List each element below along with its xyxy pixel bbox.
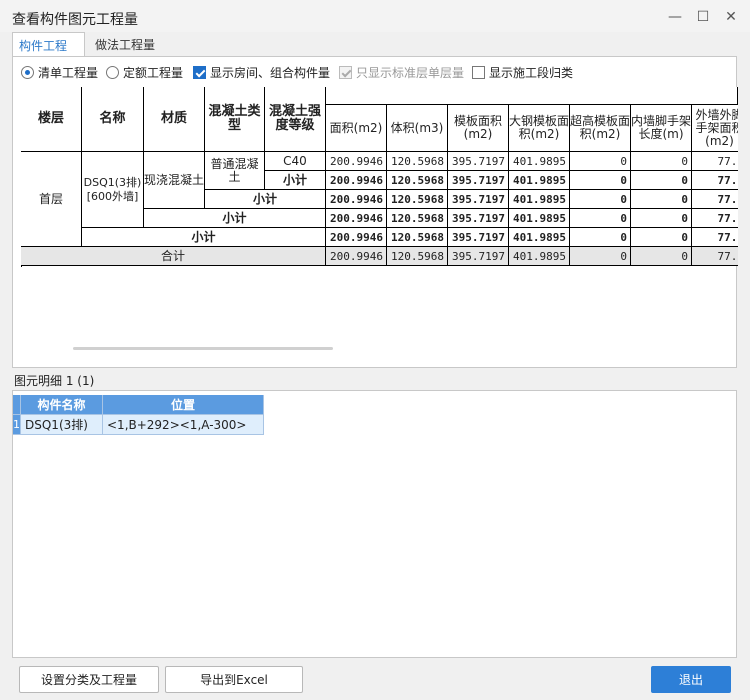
cell-inner-scaffold: 0	[631, 171, 692, 190]
minimize-icon[interactable]: —	[664, 6, 686, 28]
cell-total: 合计	[21, 247, 326, 266]
cell-area: 200.9946	[326, 190, 387, 209]
header-concrete-type: 混凝土类型	[205, 87, 265, 152]
cell-high-formwork: 0	[570, 247, 631, 266]
cell-volume: 120.5968	[387, 190, 448, 209]
cell-formwork: 395.7197	[448, 171, 509, 190]
cell-inner-scaffold: 0	[631, 209, 692, 228]
cell-volume: 120.5968	[387, 171, 448, 190]
cell-outer-scaffold: 77.9	[692, 228, 738, 247]
cell-component-name: DSQ1(3排) [600外墙]	[82, 152, 144, 228]
detail-header-position: 位置	[103, 395, 264, 415]
cell-inner-scaffold: 0	[631, 247, 692, 266]
cell-grade: C40	[265, 152, 326, 171]
window-title: 查看构件图元工程量	[12, 12, 138, 28]
cell-subtotal-name: 小计	[82, 228, 326, 247]
header-steel-formwork: 大钢模板面积(m2)	[509, 105, 570, 152]
cell-formwork: 395.7197	[448, 152, 509, 171]
detail-row-name[interactable]: DSQ1(3排)	[21, 415, 103, 435]
header-concrete-grade: 混凝土强度等级	[265, 87, 326, 152]
detail-panel: 构件名称 位置 1 DSQ1(3排) <1,B+292><1,A-300>	[12, 390, 737, 658]
tab-method-quantity[interactable]: 做法工程量	[89, 32, 165, 56]
cell-outer-scaffold: 77.9	[692, 209, 738, 228]
cell-formwork: 395.7197	[448, 228, 509, 247]
cell-area: 200.9946	[326, 228, 387, 247]
header-area: 面积(m2)	[326, 105, 387, 152]
cell-steel-formwork: 401.9895	[509, 209, 570, 228]
checkbox-show-room[interactable]: 显示房间、组合构件量	[193, 65, 330, 83]
close-icon[interactable]: ✕	[720, 6, 742, 28]
export-excel-button[interactable]: 导出到Excel	[165, 666, 303, 693]
detail-header-name: 构件名称	[21, 395, 103, 415]
cell-subtotal-grade: 小计	[265, 171, 326, 190]
cell-steel-formwork: 401.9895	[509, 171, 570, 190]
checkbox-only-standard: 只显示标准层单层量	[339, 65, 464, 83]
header-material: 材质	[144, 87, 205, 152]
detail-row-number: 1	[13, 415, 21, 435]
header-floor: 楼层	[21, 87, 82, 152]
cell-high-formwork: 0	[570, 228, 631, 247]
cell-volume: 120.5968	[387, 209, 448, 228]
radio-de[interactable]: 定额工程量	[106, 65, 183, 83]
quantity-table: 楼层 名称 材质 混凝土类型 混凝土强度等级 面积(m2) 体积(m3) 模板面…	[21, 87, 738, 327]
cell-high-formwork: 0	[570, 190, 631, 209]
cell-inner-scaffold: 0	[631, 228, 692, 247]
cell-area: 200.9946	[326, 247, 387, 266]
cell-high-formwork: 0	[570, 209, 631, 228]
cell-steel-formwork: 401.9895	[509, 247, 570, 266]
cell-inner-scaffold: 0	[631, 152, 692, 171]
header-inner-scaffold: 内墙脚手架长度(m)	[631, 105, 692, 152]
cell-formwork: 395.7197	[448, 209, 509, 228]
checkbox-checked-icon	[193, 66, 206, 79]
radio-unchecked-icon	[106, 66, 119, 79]
cell-outer-scaffold: 77.9	[692, 190, 738, 209]
cell-area: 200.9946	[326, 152, 387, 171]
cell-outer-scaffold: 77.9	[692, 247, 738, 266]
title-bar: 查看构件图元工程量 — ☐ ✕	[0, 0, 750, 32]
checkbox-show-stage[interactable]: 显示施工段归类	[472, 65, 573, 83]
cell-steel-formwork: 401.9895	[509, 190, 570, 209]
cell-outer-scaffold: 77.9	[692, 171, 738, 190]
cell-steel-formwork: 401.9895	[509, 152, 570, 171]
cell-subtotal-material: 小计	[144, 209, 326, 228]
cell-formwork: 395.7197	[448, 247, 509, 266]
cell-inner-scaffold: 0	[631, 190, 692, 209]
header-high-formwork: 超高模板面积(m2)	[570, 105, 631, 152]
cell-area: 200.9946	[326, 171, 387, 190]
cell-volume: 120.5968	[387, 228, 448, 247]
cell-high-formwork: 0	[570, 171, 631, 190]
horizontal-scrollbar[interactable]	[73, 347, 333, 350]
cell-outer-scaffold: 77.9	[692, 152, 738, 171]
cell-steel-formwork: 401.9895	[509, 228, 570, 247]
checkbox-unchecked-icon	[472, 66, 485, 79]
header-group	[326, 87, 738, 105]
header-outer-scaffold: 外墙外脚手架面积(m2)	[692, 105, 738, 152]
header-volume: 体积(m3)	[387, 105, 448, 152]
cell-material: 现浇混凝土	[144, 152, 205, 209]
set-category-button[interactable]: 设置分类及工程量	[19, 666, 159, 693]
detail-corner	[13, 395, 21, 415]
cell-subtotal-type: 小计	[205, 190, 326, 209]
cell-volume: 120.5968	[387, 247, 448, 266]
cell-high-formwork: 0	[570, 152, 631, 171]
header-name: 名称	[82, 87, 144, 152]
quantity-panel: 清单工程量 定额工程量 显示房间、组合构件量 只显示标准层单层量 显示施工段归类…	[12, 56, 738, 368]
detail-row-position[interactable]: <1,B+292><1,A-300>	[103, 415, 264, 435]
detail-label: 图元明细 1 (1)	[14, 374, 95, 388]
radio-qd[interactable]: 清单工程量	[21, 65, 98, 83]
radio-checked-icon	[21, 66, 34, 79]
cell-formwork: 395.7197	[448, 190, 509, 209]
header-formwork: 模板面积(m2)	[448, 105, 509, 152]
cell-concrete-type: 普通混凝土	[205, 152, 265, 190]
tab-component-quantity[interactable]: 构件工程量	[12, 32, 85, 70]
exit-button[interactable]: 退出	[651, 666, 731, 693]
cell-floor: 首层	[21, 152, 82, 247]
checkbox-disabled-icon	[339, 66, 352, 79]
cell-volume: 120.5968	[387, 152, 448, 171]
maximize-icon[interactable]: ☐	[692, 6, 714, 28]
cell-area: 200.9946	[326, 209, 387, 228]
